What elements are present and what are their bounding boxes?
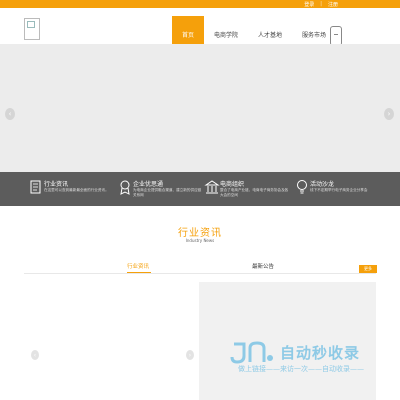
feature-title: 行业资讯 xyxy=(44,181,69,188)
feature-desc: 整合了电商产业链、电商电子商务协会及各大会的空间 xyxy=(220,188,289,197)
watermark-subtext: 做上链接——来访一次——自动收录—— xyxy=(238,365,364,373)
top-links: 登录 | 注册 xyxy=(304,0,338,8)
chevron-left-icon[interactable]: ‹ xyxy=(31,350,39,360)
badge-icon xyxy=(120,180,130,195)
watermark: 自动秒收录 做上链接——来访一次——自动收录—— xyxy=(230,338,390,382)
login-link[interactable]: 登录 xyxy=(304,1,314,8)
chevron-right-icon[interactable]: › xyxy=(186,350,194,360)
feature-title: 电商组织 xyxy=(220,181,245,188)
feature-title: 活动沙龙 xyxy=(310,181,335,188)
register-link[interactable]: 注册 xyxy=(328,1,338,8)
active-tab-indicator xyxy=(127,272,151,273)
tab-divider xyxy=(24,273,376,274)
section-title: 行业资讯 xyxy=(178,228,222,239)
tab-announcements[interactable]: 最新公告 xyxy=(252,262,274,270)
bank-icon xyxy=(204,180,220,194)
feature-desc: 在这里可以查到最新最全面的行业资讯。 xyxy=(44,188,109,192)
feature-strip: 行业资讯 在这里可以查到最新最全面的行业资讯。 企业优思通 为电商企业提供融合渠… xyxy=(0,172,400,206)
document-icon xyxy=(30,180,41,194)
mobile-phone-icon[interactable] xyxy=(330,26,342,46)
header: 首页 电商学院 人才基地 服务市场 xyxy=(0,8,400,52)
banner-carousel: ‹ › xyxy=(0,44,400,172)
feature-desc: 线下不定期举行电子商务企业分享会 xyxy=(310,188,368,192)
section-subtitle: Industry News xyxy=(185,238,215,243)
feature-desc: 为电商企业提供融合渠道、建立新的供应链关系网 xyxy=(133,188,202,197)
bulb-icon xyxy=(297,180,307,194)
more-button[interactable]: 更多 xyxy=(359,265,377,273)
feature-title: 企业优思通 xyxy=(133,181,164,188)
watermark-text: 自动秒收录 xyxy=(280,344,361,362)
chevron-right-icon[interactable]: › xyxy=(384,108,394,120)
watermark-logo xyxy=(230,341,273,364)
tab-industry-news[interactable]: 行业资讯 xyxy=(127,262,149,270)
logo-image[interactable] xyxy=(24,18,40,40)
chevron-left-icon[interactable]: ‹ xyxy=(5,108,15,120)
separator: | xyxy=(320,1,322,7)
top-bar xyxy=(0,0,400,8)
